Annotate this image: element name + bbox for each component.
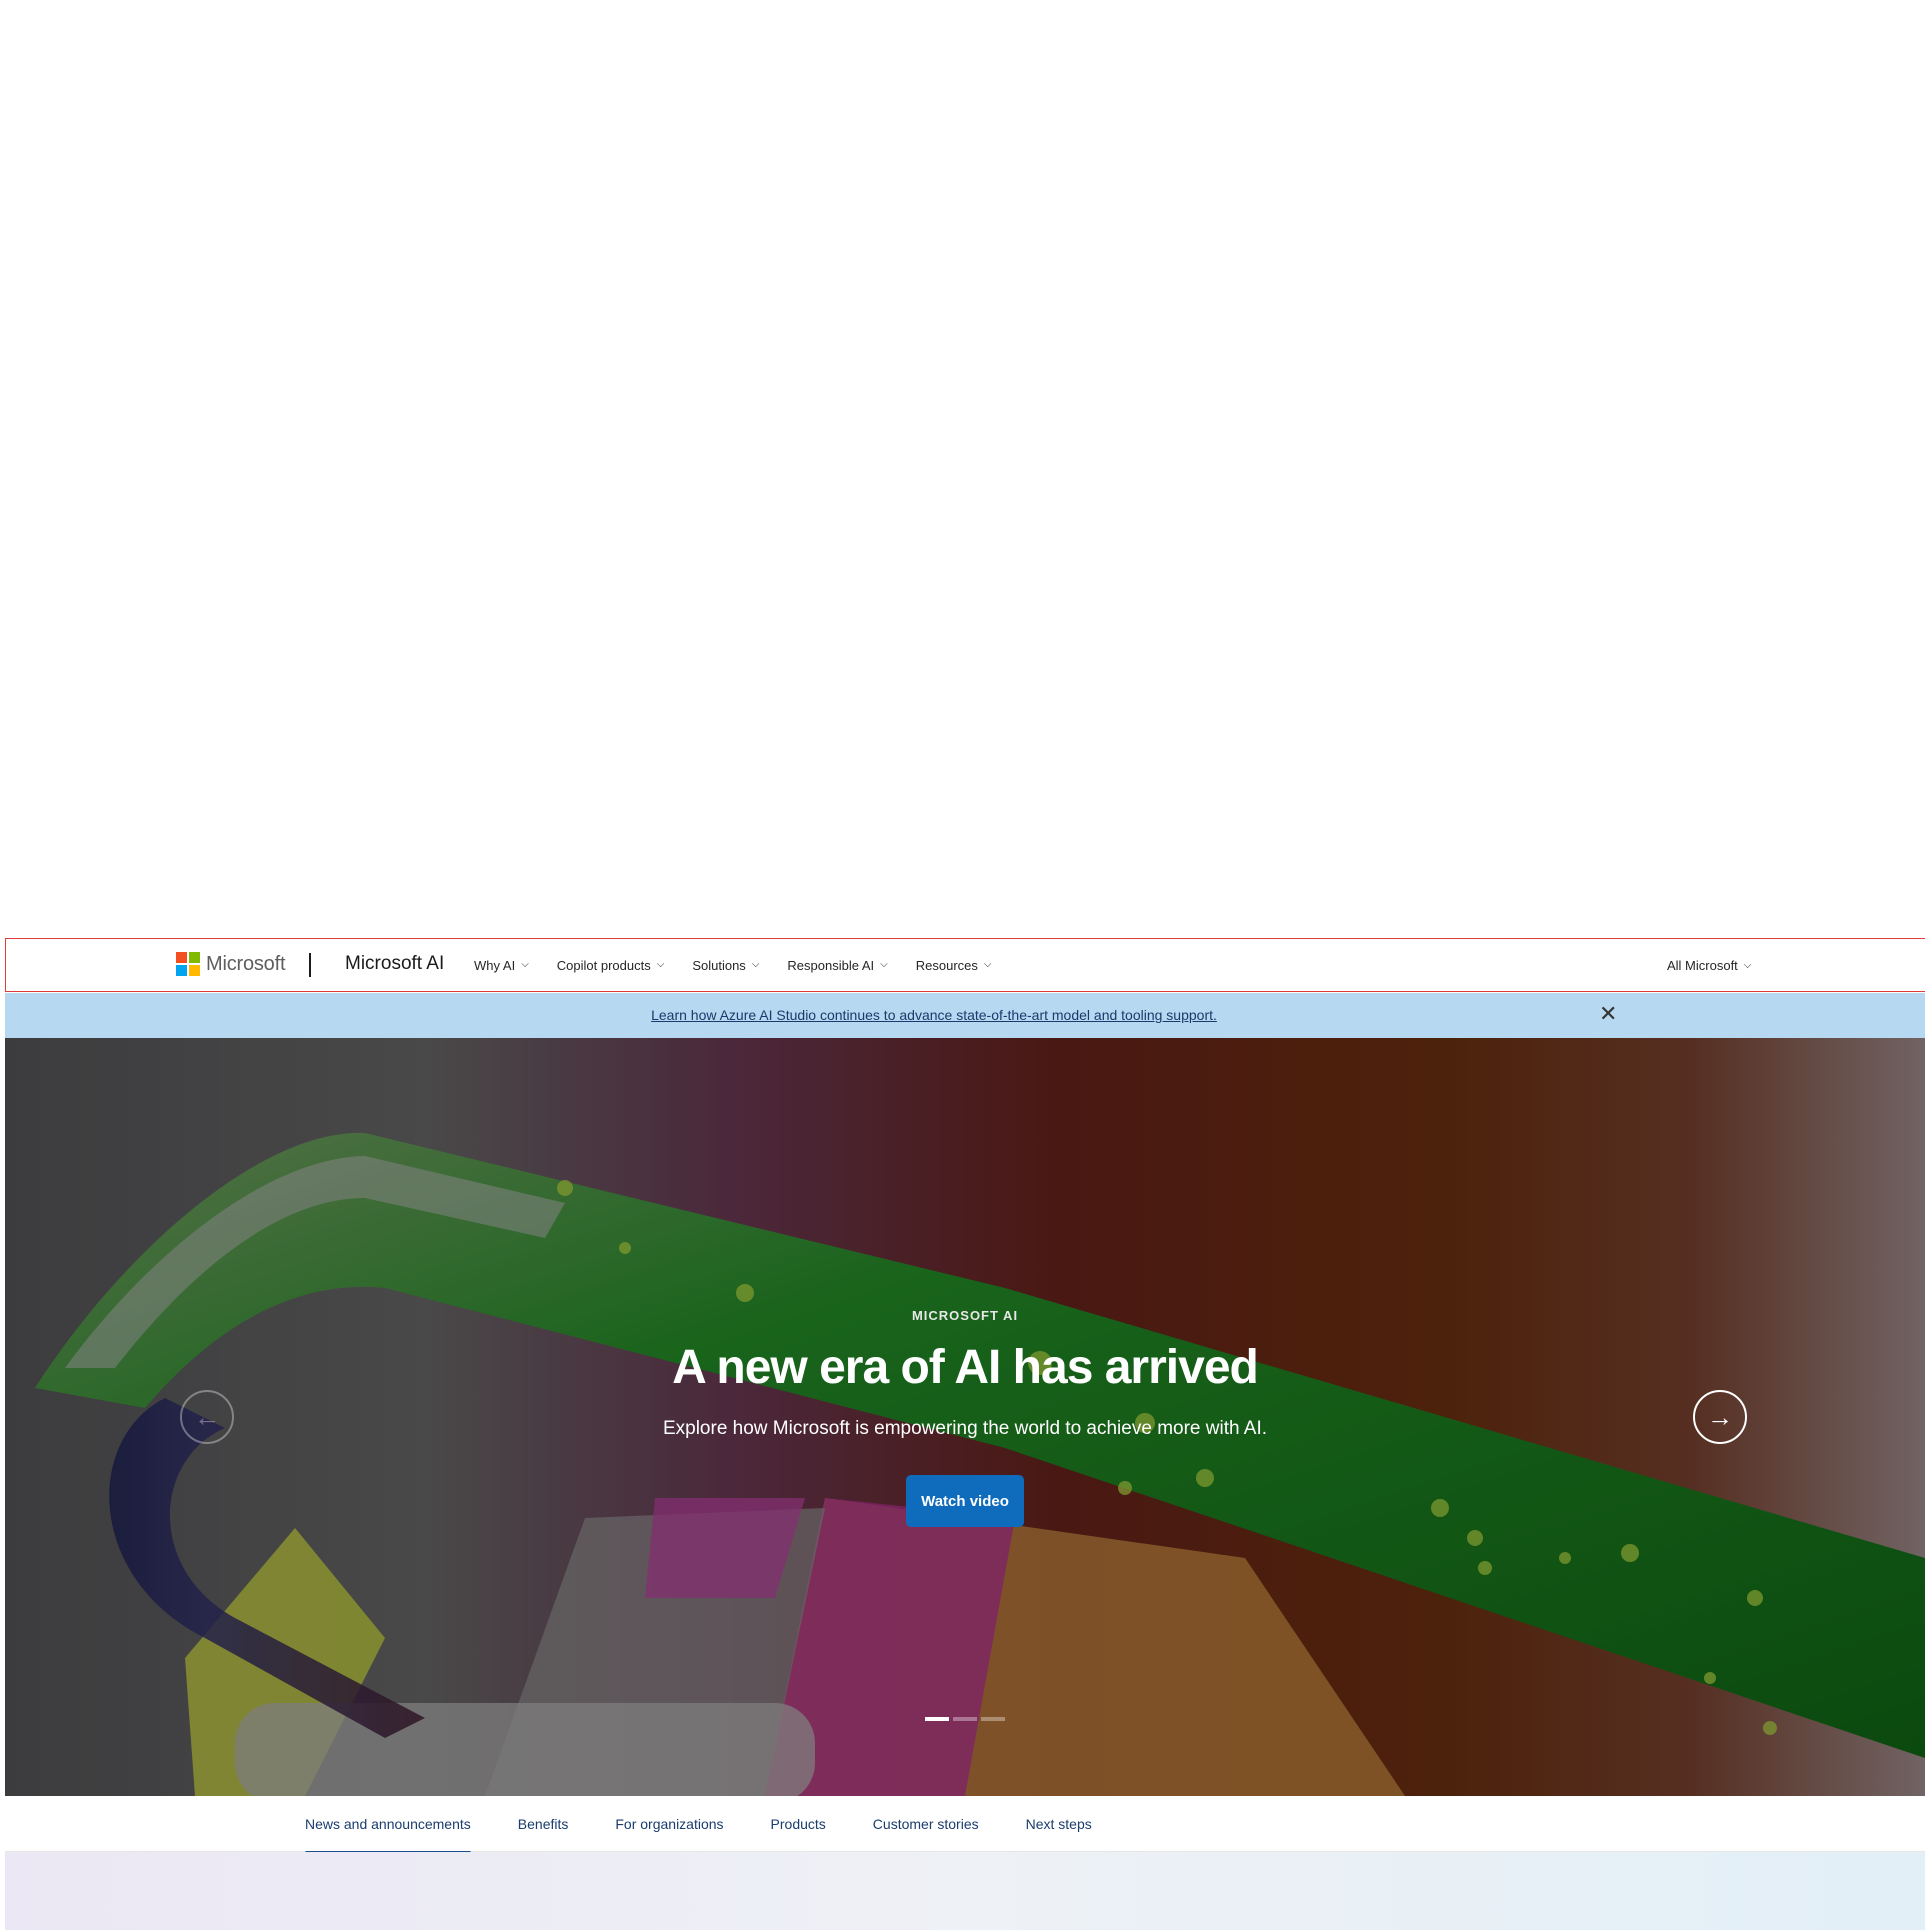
blank-page-area [0, 0, 1930, 938]
section-nav: News and announcements Benefits For orga… [5, 1796, 1925, 1854]
nav-responsible-ai[interactable]: Responsible AI ⌵ [787, 958, 887, 973]
chevron-down-icon: ⌵ [880, 959, 888, 970]
site-header: Microsoft Microsoft AI Why AI ⌵ Copilot p… [5, 938, 1925, 992]
announcement-banner: Learn how Azure AI Studio continues to a… [5, 993, 1925, 1038]
nav-why-ai[interactable]: Why AI ⌵ [474, 958, 529, 973]
arrow-left-icon: ← [194, 1401, 220, 1432]
nav-label: Resources [915, 958, 978, 973]
chevron-down-icon: ⌵ [983, 959, 992, 970]
carousel-dot[interactable] [925, 1717, 949, 1721]
header-divider [309, 953, 311, 977]
all-microsoft-menu[interactable]: All Microsoft ⌵ [1667, 958, 1751, 973]
hero-subtitle: Explore how Microsoft is empowering the … [662, 1418, 1268, 1439]
subnav-customer-stories[interactable]: Customer stories [873, 1816, 979, 1832]
hero-overlay [5, 1038, 1925, 1796]
carousel-indicators [925, 1717, 1005, 1721]
chevron-down-icon: ⌵ [521, 959, 529, 970]
microsoft-logo-icon [176, 952, 200, 976]
nav-resources[interactable]: Resources ⌵ [916, 958, 992, 973]
next-section-background [5, 1852, 1925, 1930]
subnav-products[interactable]: Products [771, 1816, 826, 1832]
carousel-next-button[interactable]: → [1693, 1390, 1747, 1444]
chevron-down-icon: ⌵ [656, 959, 665, 970]
watch-video-button[interactable]: Watch video [906, 1475, 1024, 1527]
arrow-right-icon: → [1707, 1401, 1733, 1432]
hero-title: A new era of AI has arrived [672, 1341, 1259, 1394]
main-nav: Why AI ⌵ Copilot products ⌵ Solutions ⌵ Res… [474, 958, 1019, 973]
chevron-down-icon: ⌵ [1743, 960, 1752, 971]
microsoft-logo[interactable]: Microsoft [176, 952, 286, 976]
all-microsoft-label: All Microsoft [1667, 958, 1738, 973]
brand-title[interactable]: Microsoft AI [345, 953, 444, 975]
logo-text: Microsoft [206, 952, 286, 975]
carousel-prev-button[interactable]: ← [180, 1390, 234, 1444]
hero-eyebrow: MICROSOFT AI [911, 1308, 1019, 1323]
subnav-news-and-announcements[interactable]: News and announcements [305, 1816, 471, 1854]
nav-label: Solutions [692, 958, 746, 973]
subnav-for-organizations[interactable]: For organizations [615, 1816, 723, 1832]
hero-carousel: MICROSOFT AI A new era of AI has arrived… [5, 1038, 1925, 1796]
nav-label: Why AI [474, 958, 516, 973]
subnav-next-steps[interactable]: Next steps [1026, 1816, 1092, 1832]
nav-copilot-products[interactable]: Copilot products ⌵ [557, 958, 665, 973]
nav-solutions[interactable]: Solutions ⌵ [692, 958, 759, 973]
close-icon[interactable]: ✕ [1599, 1001, 1617, 1027]
subnav-benefits[interactable]: Benefits [518, 1816, 569, 1832]
nav-label: Responsible AI [787, 958, 875, 973]
carousel-dot[interactable] [953, 1717, 977, 1721]
nav-label: Copilot products [556, 958, 651, 973]
banner-link[interactable]: Learn how Azure AI Studio continues to a… [5, 1007, 1863, 1023]
chevron-down-icon: ⌵ [751, 959, 760, 970]
carousel-dot[interactable] [981, 1717, 1005, 1721]
